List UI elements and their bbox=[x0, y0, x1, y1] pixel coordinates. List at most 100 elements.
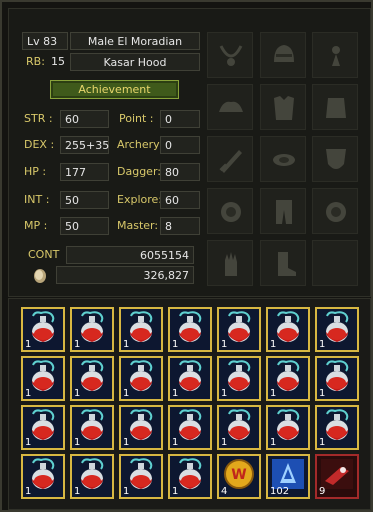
earring-icon bbox=[332, 46, 340, 66]
equip-slot-shield[interactable] bbox=[312, 136, 358, 182]
item-quantity: 1 bbox=[74, 339, 81, 350]
title-field: Kasar Hood bbox=[70, 53, 200, 71]
item-quantity: 4 bbox=[221, 486, 228, 497]
item-quantity: 1 bbox=[25, 388, 32, 399]
equip-slot-ring[interactable] bbox=[207, 188, 253, 234]
equip-slot-weapon[interactable] bbox=[207, 136, 253, 182]
cont-field: 6055154 bbox=[66, 246, 194, 264]
item-quantity: 1 bbox=[172, 486, 179, 497]
equip-slot-necklace[interactable] bbox=[207, 32, 253, 78]
equip-slot-belt[interactable] bbox=[260, 136, 306, 182]
item-quantity: 1 bbox=[25, 437, 32, 448]
inventory-slot[interactable]: 1 bbox=[217, 405, 261, 450]
explore-label: Explore: bbox=[117, 193, 162, 206]
dagger-value: 80 bbox=[165, 166, 179, 179]
master-value: 8 bbox=[165, 220, 172, 233]
hp-value: 177 bbox=[65, 166, 86, 179]
mp-field: 50 bbox=[60, 217, 109, 235]
character-panel: Lv 83 Male El Moradian RB: 15 Kasar Hood… bbox=[0, 0, 373, 512]
item-quantity: 1 bbox=[74, 437, 81, 448]
belt-icon bbox=[326, 98, 346, 118]
inventory-slot[interactable]: 1 bbox=[168, 307, 212, 352]
inventory-slot[interactable]: 1 bbox=[70, 356, 114, 401]
shield-icon bbox=[326, 149, 346, 169]
inventory-slot[interactable]: 1 bbox=[70, 405, 114, 450]
inventory-slot[interactable]: 1 bbox=[315, 405, 359, 450]
mp-value: 50 bbox=[65, 220, 79, 233]
equip-slot-chest[interactable] bbox=[260, 84, 306, 130]
boots-icon bbox=[326, 202, 346, 222]
equip-slot-cloak[interactable] bbox=[312, 84, 358, 130]
item-quantity: 9 bbox=[319, 486, 326, 497]
equip-slot-pants[interactable] bbox=[260, 188, 306, 234]
inventory-slot[interactable]: 1 bbox=[217, 307, 261, 352]
dex-label: DEX : bbox=[24, 138, 55, 151]
achievement-button[interactable]: Achievement bbox=[50, 80, 179, 99]
mp-label: MP : bbox=[24, 219, 48, 232]
point-label: Point : bbox=[119, 112, 154, 125]
inventory-slot[interactable]: 1 bbox=[21, 454, 65, 499]
equip-slot-boots[interactable] bbox=[260, 240, 306, 286]
item-quantity: 1 bbox=[172, 437, 179, 448]
equip-slot-ring2[interactable] bbox=[312, 188, 358, 234]
inventory-slot[interactable]: 1 bbox=[217, 356, 261, 401]
equip-slot-gloves[interactable] bbox=[207, 240, 253, 286]
rb-value-text: 15 bbox=[51, 55, 65, 68]
equip-slot-empty[interactable] bbox=[312, 240, 358, 286]
inventory-slot[interactable]: 1 bbox=[70, 307, 114, 352]
level-text: Lv 83 bbox=[27, 35, 58, 48]
necklace-icon bbox=[219, 45, 243, 66]
weapon-icon bbox=[219, 150, 242, 173]
item-quantity: 1 bbox=[172, 388, 179, 399]
boots-icon-2 bbox=[278, 252, 296, 276]
inventory-slot[interactable]: 1 bbox=[119, 307, 163, 352]
equip-slot-shoulder[interactable] bbox=[207, 84, 253, 130]
int-value: 50 bbox=[65, 194, 79, 207]
inventory-slot[interactable]: 1 bbox=[119, 405, 163, 450]
dex-field: 255+35 bbox=[60, 136, 109, 154]
item-quantity: 1 bbox=[123, 388, 130, 399]
inventory-slot[interactable]: 1 bbox=[315, 307, 359, 352]
item-quantity: 1 bbox=[123, 486, 130, 497]
inventory-slot[interactable]: 1 bbox=[168, 454, 212, 499]
item-quantity: 1 bbox=[270, 388, 277, 399]
inventory-slot[interactable]: 1 bbox=[266, 356, 310, 401]
inventory-slot[interactable]: 1 bbox=[119, 454, 163, 499]
inventory-slot[interactable]: 1 bbox=[21, 307, 65, 352]
equip-slot-earring[interactable] bbox=[312, 32, 358, 78]
cont-value: 6055154 bbox=[140, 249, 189, 262]
inventory-slot[interactable]: 1 bbox=[168, 405, 212, 450]
inventory-slot[interactable]: 1 bbox=[21, 405, 65, 450]
hp-label: HP : bbox=[24, 165, 47, 178]
inventory-slot[interactable]: 1 bbox=[168, 356, 212, 401]
inventory-slot[interactable]: 102 bbox=[266, 454, 310, 499]
item-quantity: 1 bbox=[74, 486, 81, 497]
svg-text:W: W bbox=[231, 467, 246, 483]
str-label: STR : bbox=[24, 112, 53, 125]
item-quantity: 102 bbox=[270, 486, 290, 497]
inventory-slot[interactable]: 1 bbox=[21, 356, 65, 401]
hp-field: 177 bbox=[60, 163, 109, 181]
inventory-slot[interactable]: 1 bbox=[315, 356, 359, 401]
explore-value: 60 bbox=[165, 194, 179, 207]
gold-value: 326,827 bbox=[143, 269, 190, 282]
chest-armor-icon bbox=[274, 96, 294, 120]
inventory-slot[interactable]: 1 bbox=[119, 356, 163, 401]
item-quantity: 1 bbox=[221, 437, 228, 448]
master-label: Master: bbox=[117, 219, 159, 232]
gloves-icon bbox=[276, 200, 292, 224]
equip-slot-helmet[interactable] bbox=[260, 32, 306, 78]
inventory-slot[interactable]: 9 bbox=[315, 454, 359, 499]
master-field: 8 bbox=[160, 217, 200, 235]
inventory-slot[interactable]: 1 bbox=[266, 307, 310, 352]
point-value: 0 bbox=[165, 113, 172, 126]
int-label: INT : bbox=[24, 193, 50, 206]
item-quantity: 1 bbox=[319, 437, 326, 448]
point-field: 0 bbox=[160, 110, 200, 128]
cont-label: CONT bbox=[28, 248, 60, 261]
character-name-field: Male El Moradian bbox=[70, 32, 200, 50]
inventory-slot[interactable]: 1 bbox=[70, 454, 114, 499]
str-value: 60 bbox=[65, 113, 79, 126]
inventory-slot[interactable]: 1 bbox=[266, 405, 310, 450]
inventory-slot[interactable]: W4 bbox=[217, 454, 261, 499]
